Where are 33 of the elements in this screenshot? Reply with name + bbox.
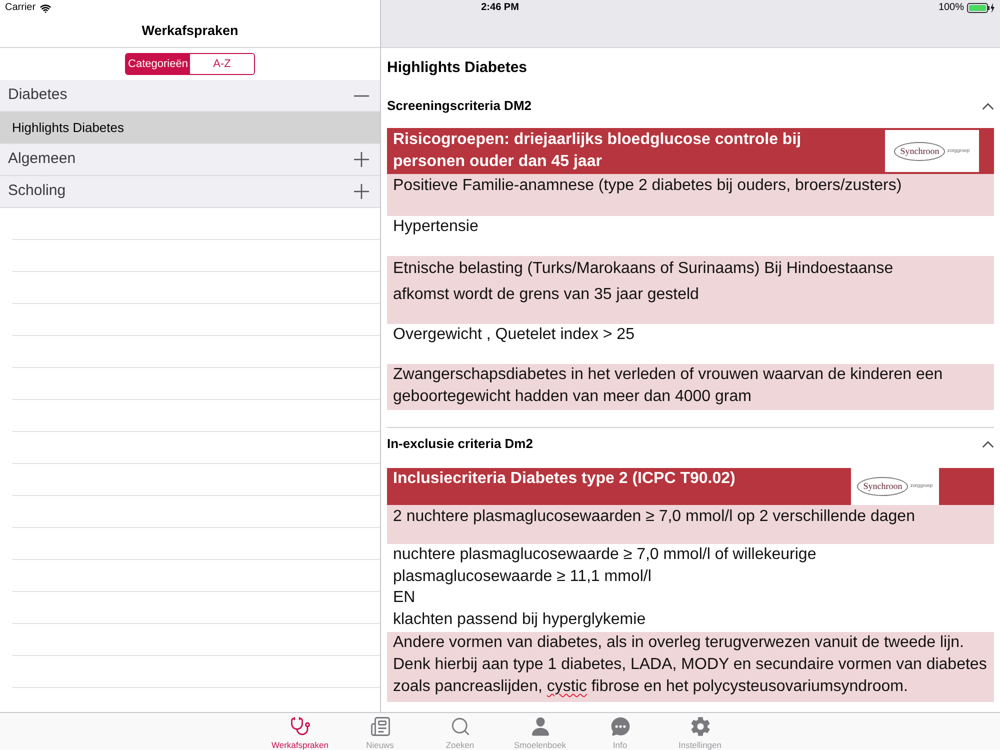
category-header[interactable]: Scholing (0, 176, 380, 208)
battery-charging-icon (967, 3, 996, 13)
category-header[interactable]: Diabetes (0, 80, 380, 112)
section-header[interactable]: In-exclusie criteria Dm2 (387, 428, 994, 460)
newspaper-icon (370, 716, 390, 737)
wifi-icon (40, 2, 51, 14)
segment-tab[interactable]: Categorieën (126, 54, 190, 74)
slide-text: nuchtere plasmaglucosewaarde ≥ 7,0 mmol/l of willekeurige plasmaglucosewaarde ≥ 11,1 mmol/l EN klachten passend bij hyperglykemie (392, 545, 818, 630)
slide-text: Zwangerschapsdiabetes in het verleden of vrouwen waarvan de kinderen een geboortegewicht hadden van meer dan 4000 gram (392, 365, 944, 407)
search-icon (450, 716, 470, 737)
slide-text: Etnische belasting (Turks/Marokaans of Surinaams) Bij Hindoestaanse afkomst wordt de grens van 35 jaar gesteld (392, 259, 894, 305)
slide-text: Inclusiecriteria Diabetes type 2 (ICPC T90.02) (392, 469, 736, 489)
slide-text: 2 nuchtere plasmaglucosewaarden ≥ 7,0 mmol/l op 2 verschillende dagen (392, 507, 916, 527)
status-time: 2:46 PM (481, 3, 519, 13)
settings-icon (690, 716, 710, 737)
category-header[interactable]: Algemeen (0, 144, 380, 176)
page-title: Highlights Diabetes (387, 58, 528, 78)
slide-text: Overgewicht , Quetelet index > 25 (392, 325, 636, 345)
tab-bar-item[interactable]: Werkafspraken (260, 713, 340, 750)
slide-text: Positieve Familie-anamnese (type 2 diabetes bij ouders, broers/zusters) (392, 176, 903, 196)
battery-percent: 100% (938, 3, 964, 13)
slide-text: Risicogroepen: driejaarlijks bloedglucose controle bij personen ouder dan 45 jaar (392, 130, 802, 172)
speech-bubble-icon (610, 716, 630, 737)
logo-wordmark: Synchroon (857, 477, 908, 496)
carrier-name: Carrier (5, 3, 36, 13)
stethoscope-icon (290, 716, 310, 737)
list-item[interactable]: Highlights Diabetes (0, 112, 380, 144)
sidebar-title: Werkafspraken (142, 22, 238, 40)
section-header[interactable]: Screeningscriteria DM2 (387, 90, 994, 122)
slide-text: Hypertensie (392, 217, 480, 237)
logo-wordmark: Synchroon (894, 142, 946, 160)
person-silhouette-icon (530, 716, 550, 737)
slide-text: Andere vormen van diabetes, als in overleg terugverwezen vanuit de tweede lijn. Denk hierbij aan type 1 diabetes, LADA, MODY en secundaire vormen van diabetes zoals pancreaslijden, cystic fibrose en het polycysteusovariumsyndroom. (392, 633, 988, 697)
